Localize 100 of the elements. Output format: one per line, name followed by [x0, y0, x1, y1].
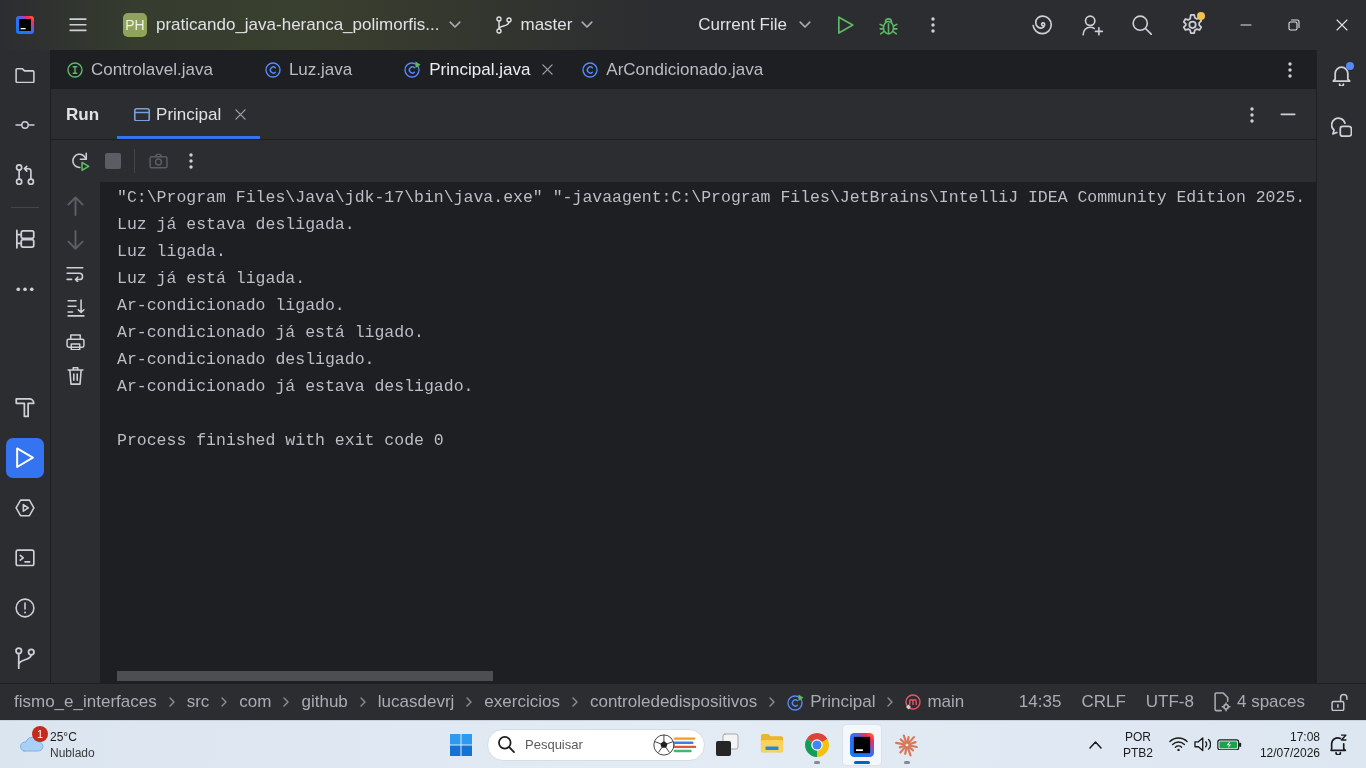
alert-circle-icon: [15, 598, 35, 618]
branch-selector[interactable]: master: [488, 7, 600, 43]
soccer-ball-icon: [652, 733, 696, 756]
terminal-icon: [15, 549, 35, 567]
chevron-right-icon: [283, 697, 290, 707]
window-icon: [134, 107, 151, 122]
clock-date[interactable]: 12/07/2026: [1259, 744, 1320, 761]
run-configuration-selector[interactable]: Current File: [690, 7, 819, 43]
indent-setting[interactable]: 4 spaces: [1213, 692, 1305, 712]
lock-open-icon[interactable]: [1331, 692, 1348, 712]
project-selector[interactable]: praticando_java-heranca_polimorfis...: [150, 7, 467, 43]
search-icon: [498, 736, 515, 753]
chevron-down-icon: [448, 21, 461, 29]
editor-tab[interactable]: Principal.java: [404, 50, 568, 89]
input-language[interactable]: POR: [1124, 728, 1151, 745]
console-line: "C:\Program Files\Java\jdk-17\bin\java.exe" "-javaagent:C:\Program Files\JetBrains\IntelliJ IDEA Community Edition 2025.: [117, 187, 1306, 209]
close-icon[interactable]: [235, 109, 247, 120]
run-icon[interactable]: [836, 15, 854, 35]
scroll-to-end-icon[interactable]: [66, 299, 85, 317]
settings-icon[interactable]: [1181, 14, 1203, 36]
runnable-class-icon: [787, 693, 805, 711]
breadcrumb-item[interactable]: main: [905, 692, 965, 712]
chevron-right-icon: [571, 697, 578, 707]
hammer-icon: [15, 397, 35, 419]
editor-tab[interactable]: Luz.java: [264, 50, 390, 89]
spiral-icon[interactable]: [1031, 15, 1053, 35]
console-line: Luz ligada.: [117, 241, 226, 263]
bug-icon[interactable]: [878, 15, 898, 35]
wifi-icon[interactable]: [1168, 737, 1188, 752]
runnable-class-icon: [404, 61, 422, 78]
soft-wrap-icon[interactable]: [66, 265, 85, 283]
task-view-icon: [715, 732, 739, 757]
clock-time[interactable]: 17:08: [1289, 728, 1320, 745]
chevron-right-icon: [887, 697, 894, 707]
chevron-down-icon: [581, 21, 594, 29]
restore-icon[interactable]: [1288, 19, 1300, 31]
chevron-right-icon: [359, 697, 366, 707]
chevron-right-icon: [466, 697, 473, 707]
editor-tab[interactable]: Controlavel.java: [67, 50, 250, 89]
console-line: Process finished with exit code 0: [117, 430, 444, 452]
bell-snooze-icon[interactable]: [1330, 733, 1347, 756]
breadcrumb-item[interactable]: lucasdevrj: [377, 692, 455, 712]
add-user-icon[interactable]: [1081, 14, 1103, 36]
rerun-icon[interactable]: [70, 151, 90, 171]
notification-badge: 1: [32, 726, 48, 742]
branch-icon: [495, 16, 512, 34]
dots-vertical-icon[interactable]: [1288, 61, 1292, 78]
app-logo-icon: [16, 16, 34, 34]
bell-icon[interactable]: [1332, 64, 1351, 86]
printer-icon[interactable]: [66, 333, 85, 351]
file-gear-icon: [1213, 692, 1231, 712]
dots-vertical-icon[interactable]: [1250, 106, 1254, 123]
trash-icon[interactable]: [67, 366, 84, 386]
breadcrumb-item[interactable]: exercicios: [484, 692, 560, 712]
folder-icon: [760, 732, 784, 753]
dots-vertical-icon[interactable]: [189, 153, 193, 169]
breadcrumb-item[interactable]: controlededispositivos: [589, 692, 758, 712]
console-line: Luz já está ligada.: [117, 268, 306, 290]
app-logo-icon: [850, 732, 874, 757]
menu-icon[interactable]: [69, 18, 87, 32]
breadcrumb-item[interactable]: Principal: [787, 692, 876, 712]
battery-icon[interactable]: [1216, 738, 1242, 751]
taskbar-app-button[interactable]: [842, 723, 882, 766]
browser-icon: [805, 732, 829, 757]
tool-window-button[interactable]: [6, 438, 44, 478]
chevron-right-icon: [221, 697, 228, 707]
breadcrumb-item[interactable]: github: [301, 692, 348, 712]
scrollbar-thumb[interactable]: [117, 671, 493, 681]
editor-tab[interactable]: ArCondicionado.java: [582, 50, 801, 89]
weather-condition: Nublado: [50, 744, 95, 761]
weather-temperature: 25°C: [50, 728, 78, 745]
project-badge: PH: [123, 13, 147, 37]
search-field[interactable]: Pesquisar: [487, 728, 705, 761]
cloud-icon[interactable]: [17, 737, 45, 752]
console-line: Luz já estava desligada.: [117, 214, 355, 236]
dots-horizontal-icon: [16, 286, 34, 292]
play-icon: [15, 447, 35, 469]
chat-bubbles-icon[interactable]: [1331, 116, 1352, 138]
structure-icon: [15, 229, 35, 249]
chevron-up-icon[interactable]: [1088, 740, 1102, 749]
caret-position[interactable]: 14:35: [1018, 692, 1062, 712]
keyboard-layout[interactable]: PTB2: [1122, 744, 1153, 761]
minimize-icon[interactable]: [1280, 113, 1296, 116]
close-icon[interactable]: [542, 64, 554, 75]
breadcrumb-item[interactable]: fismo_e_interfaces: [14, 692, 157, 712]
speaker-icon[interactable]: [1193, 737, 1211, 752]
breadcrumb-item[interactable]: com: [239, 692, 272, 712]
method-icon: [905, 694, 922, 710]
console-line: Ar-condicionado ligado.: [117, 295, 345, 317]
breadcrumb-item[interactable]: src: [186, 692, 210, 712]
chevron-right-icon: [168, 697, 175, 707]
chevron-right-icon: [769, 697, 776, 707]
folder-icon: [15, 66, 35, 84]
windows-logo-icon[interactable]: [450, 733, 472, 756]
dots-vertical-icon[interactable]: [931, 17, 935, 33]
line-separator[interactable]: CRLF: [1081, 692, 1126, 712]
search-icon[interactable]: [1132, 15, 1152, 35]
class-icon: [264, 61, 281, 78]
chevron-down-icon: [799, 21, 811, 29]
file-encoding[interactable]: UTF-8: [1145, 692, 1194, 712]
